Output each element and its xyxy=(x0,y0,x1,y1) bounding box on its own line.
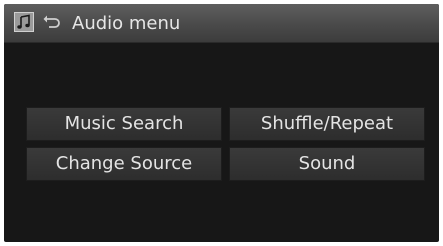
title-bar: Audio menu xyxy=(4,4,439,43)
audio-menu-screen: Audio menu Music Search Shuffle/Repeat C… xyxy=(4,4,439,242)
page-title: Audio menu xyxy=(72,13,181,34)
music-search-label: Music Search xyxy=(64,113,184,134)
sound-button[interactable]: Sound xyxy=(229,147,425,181)
back-arrow-icon[interactable] xyxy=(42,13,62,33)
change-source-label: Change Source xyxy=(55,153,193,174)
music-note-icon xyxy=(14,12,34,32)
change-source-button[interactable]: Change Source xyxy=(26,147,222,181)
sound-label: Sound xyxy=(298,153,356,174)
music-search-button[interactable]: Music Search xyxy=(26,107,222,141)
shuffle-repeat-label: Shuffle/Repeat xyxy=(260,113,394,134)
shuffle-repeat-button[interactable]: Shuffle/Repeat xyxy=(229,107,425,141)
